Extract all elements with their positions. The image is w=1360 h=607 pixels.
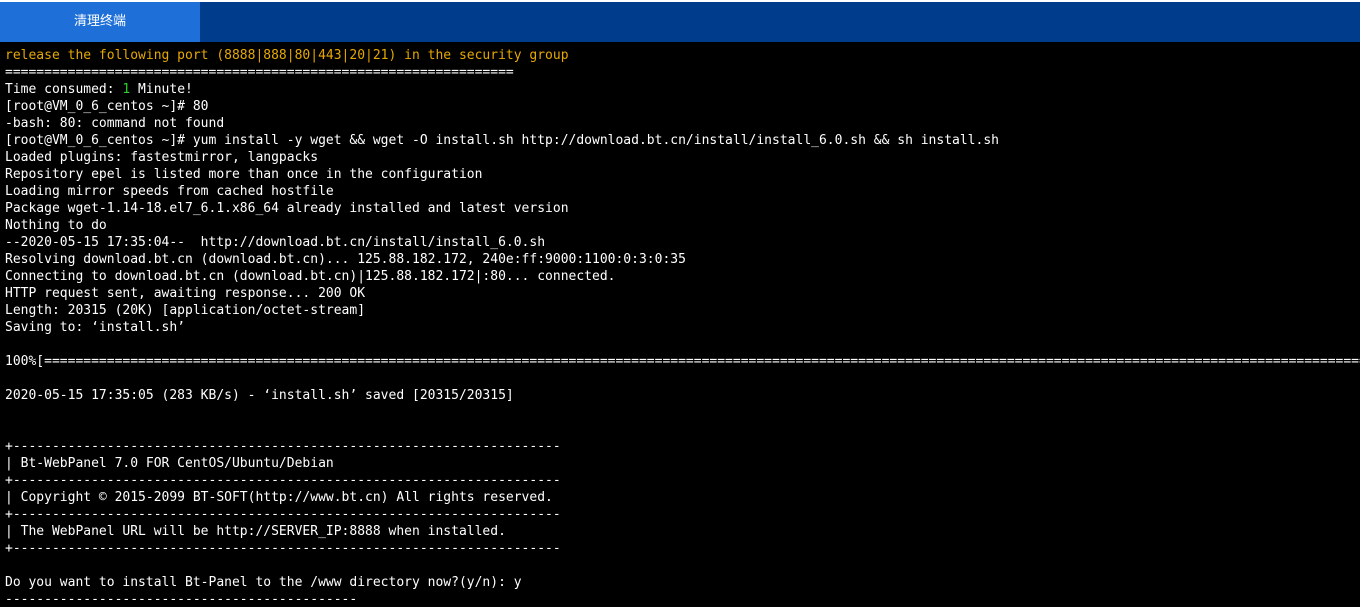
terminal-line: | Copyright © 2015-2099 BT-SOFT(http://w… bbox=[5, 490, 553, 505]
terminal-line-time-consumed: Time consumed: 1 Minute! bbox=[5, 81, 1360, 98]
terminal-line: --2020-05-15 17:35:04-- http://download.… bbox=[5, 235, 546, 250]
terminal-line: Loaded plugins: fastestmirror, langpacks bbox=[5, 150, 319, 165]
terminal-line: [root@VM_0_6_centos ~]# yum install -y w… bbox=[5, 133, 999, 148]
terminal-line: Resolving download.bt.cn (download.bt.cn… bbox=[5, 252, 686, 267]
terminal-line: ========================================… bbox=[5, 65, 514, 80]
terminal-line-progress: 100%[===================================… bbox=[5, 354, 1360, 369]
time-consumed-suffix: Minute! bbox=[130, 82, 193, 97]
terminal-line: Nothing to do bbox=[5, 218, 107, 233]
terminal-line: +---------------------------------------… bbox=[5, 507, 561, 522]
terminal-line: -bash: 80: command not found bbox=[5, 116, 225, 131]
terminal-line: HTTP request sent, awaiting response... … bbox=[5, 286, 366, 301]
terminal-line: Length: 20315 (20K) [application/octet-s… bbox=[5, 303, 366, 318]
terminal-line: Repository epel is listed more than once… bbox=[5, 167, 483, 182]
terminal-line: Saving to: ‘install.sh’ bbox=[5, 320, 186, 335]
terminal-line: | Bt-WebPanel 7.0 FOR CentOS/Ubuntu/Debi… bbox=[5, 456, 334, 471]
terminal-line: 2020-05-15 17:35:05 (283 KB/s) - ‘instal… bbox=[5, 388, 514, 403]
clear-terminal-button[interactable]: 清理终端 bbox=[0, 2, 200, 42]
time-consumed-label: Time consumed: bbox=[5, 82, 123, 97]
terminal-line: +---------------------------------------… bbox=[5, 473, 561, 488]
terminal-line-prompt: Do you want to install Bt-Panel to the /… bbox=[5, 575, 522, 590]
terminal-line: Loading mirror speeds from cached hostfi… bbox=[5, 184, 334, 199]
terminal-line: [root@VM_0_6_centos ~]# 80 bbox=[5, 99, 209, 114]
terminal-line: Package wget-1.14-18.el7_6.1.x86_64 alre… bbox=[5, 201, 569, 216]
terminal-toolbar: 清理终端 bbox=[0, 0, 1360, 42]
terminal-line: +---------------------------------------… bbox=[5, 439, 561, 454]
terminal-line: ----------------------------------------… bbox=[5, 592, 358, 607]
terminal-line: Connecting to download.bt.cn (download.b… bbox=[5, 269, 616, 284]
terminal-line: +---------------------------------------… bbox=[5, 541, 561, 556]
terminal-line-security-notice: release the following port (8888|888|80|… bbox=[5, 48, 569, 63]
terminal-line: | The WebPanel URL will be http://SERVER… bbox=[5, 524, 506, 539]
terminal-output[interactable]: release the following port (8888|888|80|… bbox=[5, 47, 1360, 607]
